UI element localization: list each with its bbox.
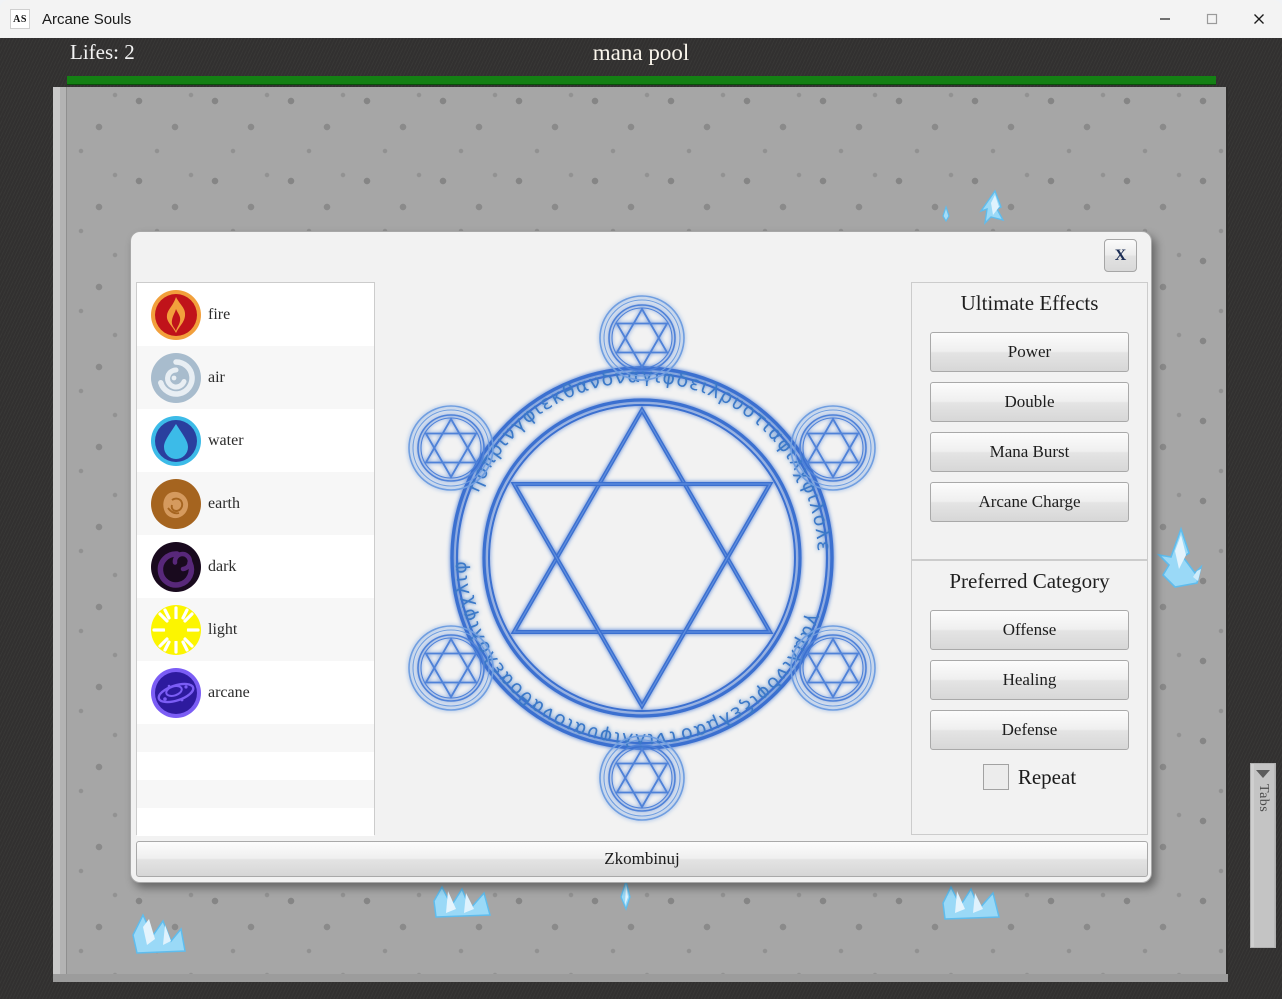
fire-icon	[150, 289, 202, 341]
maximize-icon	[1206, 13, 1217, 25]
hud-bar: Lifes: 2 mana pool	[0, 38, 1282, 74]
air-icon	[150, 352, 202, 404]
element-label: earth	[208, 494, 240, 512]
ice-crystal-sprite	[938, 205, 954, 223]
ice-crystal-sprite	[935, 877, 1009, 929]
water-icon	[150, 415, 202, 467]
repeat-checkbox[interactable]	[982, 764, 1009, 790]
element-label: light	[208, 620, 238, 638]
playfield-bottom-edge	[53, 974, 1228, 982]
element-label: air	[208, 368, 225, 386]
element-row-earth[interactable]: earth	[137, 472, 374, 535]
element-row-fire[interactable]: fire	[137, 283, 374, 346]
element-label: fire	[208, 305, 231, 323]
preferred-category-title: Preferred Category	[949, 569, 1110, 593]
magic-node-top-right[interactable]	[790, 405, 876, 491]
ice-crystal-sprite	[127, 907, 197, 965]
magic-circle: ηοπρινγφιεκθανδναγιφδειλρυοτιαφιλχφιλολε…	[376, 282, 909, 835]
element-row-empty[interactable]	[137, 780, 374, 808]
element-row-light[interactable]: light	[137, 598, 374, 661]
element-row-air[interactable]: air	[137, 346, 374, 409]
ultimate-arcane-charge-button[interactable]: Arcane Charge	[930, 482, 1129, 522]
close-button[interactable]	[1235, 0, 1282, 38]
ice-crystal-sprite	[971, 187, 1017, 231]
element-row-empty[interactable]	[137, 752, 374, 780]
ice-crystal-sprite	[1151, 525, 1213, 597]
earth-icon	[150, 478, 202, 530]
preferred-category-buttons: Offense Healing Defense	[912, 594, 1147, 750]
ultimate-power-button[interactable]: Power	[930, 332, 1129, 372]
ultimate-mana-burst-button[interactable]: Mana Burst	[930, 432, 1129, 472]
ice-crystal-sprite	[428, 877, 502, 927]
minimize-button[interactable]	[1141, 0, 1188, 38]
element-label: arcane	[208, 683, 250, 701]
minimize-icon	[1159, 18, 1170, 20]
magic-circle-glyphs-top: ηοπρινγφιεκθανδναγιφδειλρυοτιαφιλχφιλολε…	[376, 282, 835, 553]
category-healing-button[interactable]: Healing	[930, 660, 1129, 700]
ultimate-effects-title: Ultimate Effects	[960, 291, 1099, 315]
repeat-checkbox-row[interactable]: Repeat	[912, 764, 1147, 790]
stage-title: mana pool	[592, 40, 690, 65]
close-icon	[1253, 14, 1264, 24]
dialog-close-button[interactable]: X	[1104, 239, 1137, 272]
category-defense-button[interactable]: Defense	[930, 710, 1129, 750]
application-window: AS Arcane Souls Lifes: 2 mana pool Tabs …	[0, 0, 1282, 999]
light-icon	[150, 604, 202, 656]
ultimate-effects-buttons: Power Double Mana Burst Arcane Charge	[912, 316, 1147, 522]
ultimate-double-button[interactable]: Double	[930, 382, 1129, 422]
magic-circle-glyphs-bottom: γαμλινδφιξελμαοτνιλλιφυαιοναθοαελολιφχλι…	[376, 282, 825, 751]
combine-dialog: X fire air water earth dark light arcane…	[130, 231, 1152, 883]
window-titlebar: AS Arcane Souls	[0, 0, 1282, 38]
mana-bar	[67, 76, 1216, 85]
element-label: water	[208, 431, 244, 449]
magic-circle-area: ηοπρινγφιεκθανδναγιφδειλρυοτιαφιλχφιλολε…	[376, 282, 909, 835]
magic-node-top[interactable]	[599, 295, 685, 381]
game-viewport: Lifes: 2 mana pool Tabs X fire air water…	[0, 38, 1282, 999]
window-controls	[1141, 0, 1282, 38]
element-list[interactable]: fire air water earth dark light arcane	[136, 282, 375, 836]
element-label: dark	[208, 557, 237, 575]
element-row-dark[interactable]: dark	[137, 535, 374, 598]
element-row-empty[interactable]	[137, 808, 374, 836]
tabs-panel[interactable]: Tabs	[1250, 763, 1276, 948]
window-title: Arcane Souls	[42, 10, 132, 28]
element-row-arcane[interactable]: arcane	[137, 661, 374, 724]
repeat-label: Repeat	[1017, 764, 1077, 789]
magic-node-top-left[interactable]	[408, 405, 494, 491]
ultimate-effects-group: Ultimate Effects Power Double Mana Burst Ar…	[911, 282, 1148, 560]
playfield-left-strip	[53, 87, 67, 982]
category-offense-button[interactable]: Offense	[930, 610, 1129, 650]
element-row-water[interactable]: water	[137, 409, 374, 472]
ice-crystal-sprite	[615, 879, 637, 915]
magic-node-bottom[interactable]	[599, 735, 685, 821]
preferred-category-group: Preferred Category Offense Healing Defense…	[911, 560, 1148, 835]
element-row-empty[interactable]	[137, 724, 374, 752]
tabs-label: Tabs	[1256, 784, 1271, 813]
magic-node-bottom-left[interactable]	[408, 625, 494, 711]
combine-button[interactable]: Zkombinuj	[136, 841, 1148, 877]
arcane-icon	[150, 667, 202, 719]
chevron-down-icon[interactable]	[1256, 770, 1270, 778]
app-icon: AS	[10, 9, 30, 29]
maximize-button[interactable]	[1188, 0, 1235, 38]
dark-icon	[150, 541, 202, 593]
magic-node-bottom-right[interactable]	[790, 625, 876, 711]
